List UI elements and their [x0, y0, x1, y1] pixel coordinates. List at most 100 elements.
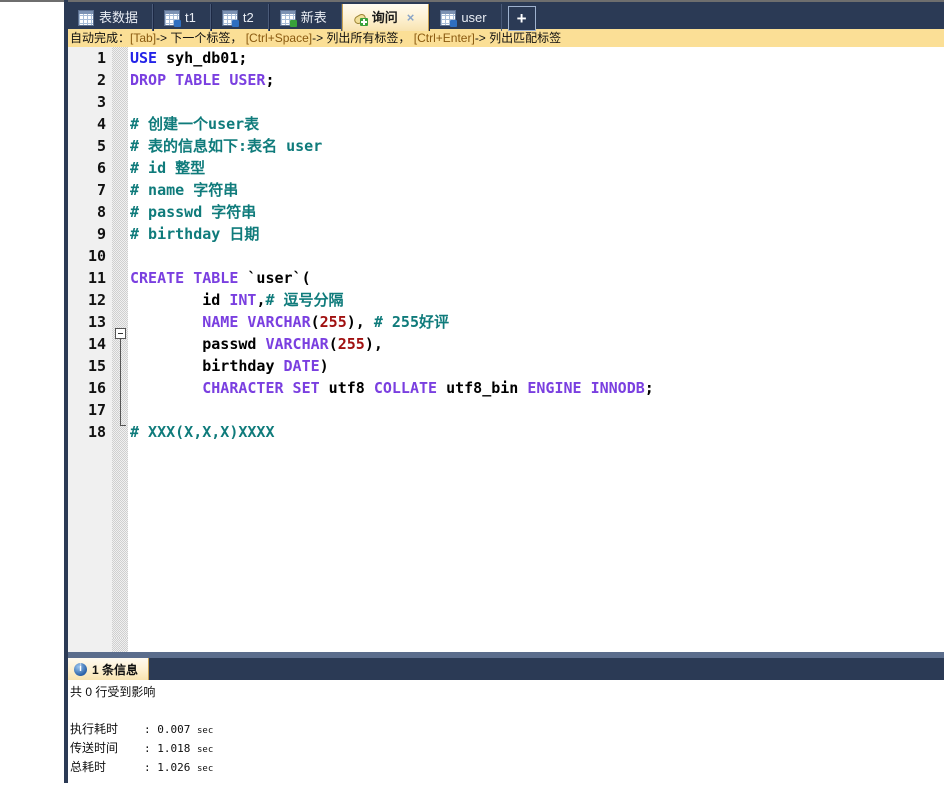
info-icon: i	[74, 662, 87, 676]
timing-value: : 1.026	[144, 761, 197, 774]
fold-collapse-icon[interactable]	[115, 328, 126, 339]
code-line[interactable]: # 创建一个user表	[130, 113, 654, 135]
code-line[interactable]: # XXX(X,X,X)XXXX	[130, 421, 654, 443]
code-content[interactable]: USE syh_db01; DROP TABLE USER; # 创建一个user…	[130, 47, 654, 443]
line-number: 18	[87, 423, 106, 441]
code-line[interactable]: id INT,# 逗号分隔	[130, 289, 654, 311]
code-line[interactable]	[130, 91, 654, 113]
code-token: utf8_bin	[437, 379, 528, 397]
line-number: 10	[87, 247, 106, 265]
code-token: birthday	[130, 357, 284, 375]
code-token: 255	[319, 313, 347, 331]
code-token: CHARACTER SET	[202, 379, 320, 397]
results-tab-label: 1 条信息	[92, 662, 139, 677]
code-token: # id 整型	[130, 159, 206, 177]
results-tab-info[interactable]: i 1 条信息	[68, 658, 150, 680]
timing-label: 总耗时	[70, 760, 107, 774]
tab-label: user	[461, 10, 487, 25]
results-summary: 共 0 行受到影响	[70, 685, 156, 699]
line-number: 13	[87, 313, 106, 331]
line-number-column: 1 2 3 4 5 6 7 8 9 10 11 12 13 14 15 16 17 18	[68, 47, 106, 443]
hint-desc-ctrl-enter: -> 列出匹配标签	[474, 31, 562, 45]
hint-prefix: 自动完成：	[70, 31, 131, 45]
tab-t2[interactable]: t2	[210, 4, 269, 31]
timing-label: 执行耗时	[70, 722, 119, 736]
line-number: 2	[96, 71, 106, 89]
tab-表数据[interactable]: 表数据	[68, 4, 154, 31]
code-token: # passwd 字符串	[130, 203, 257, 221]
timing-row: 执行耗时 : 0.007 sec	[70, 720, 213, 739]
code-token: NAME VARCHAR	[202, 313, 311, 331]
code-line[interactable]: # passwd 字符串	[130, 201, 654, 223]
line-number: 9	[96, 225, 106, 243]
editor-bottom-filler	[128, 638, 944, 652]
application-window: 表数据 t1 t2 新表 询问 × user + 自动完成：[Tab]-> 下一个标签， [C…	[0, 0, 944, 785]
add-tab-button[interactable]: +	[507, 6, 536, 31]
line-number: 1	[96, 49, 106, 67]
code-line[interactable]: # birthday 日期	[130, 223, 654, 245]
line-number: 14	[87, 335, 106, 353]
line-number: 15	[87, 357, 106, 375]
code-token: ),	[364, 335, 383, 353]
left-panel-top-divider	[0, 0, 64, 2]
code-token: USE	[130, 49, 158, 67]
code-line[interactable]: birthday DATE)	[130, 355, 654, 377]
tab-label: 表数据	[99, 10, 139, 25]
sql-editor[interactable]: 1 2 3 4 5 6 7 8 9 10 11 12 13 14 15 16 17 18 USE syh_db01…	[68, 47, 944, 652]
code-line[interactable]	[130, 245, 654, 267]
tab-t1[interactable]: t1	[153, 4, 211, 31]
code-token: # 创建一个user表	[130, 115, 260, 133]
code-token: # name 字符串	[130, 181, 239, 199]
code-token: )	[319, 357, 329, 375]
timing-label: 传送时间	[70, 741, 119, 755]
table-new-icon	[279, 9, 297, 27]
timing-unit: sec	[196, 726, 214, 736]
tab-询问[interactable]: 询问 ×	[341, 4, 430, 31]
code-line[interactable]: # 表的信息如下:表名 user	[130, 135, 654, 157]
code-token: (	[328, 335, 338, 353]
code-line[interactable]: NAME VARCHAR(255), # 255好评	[130, 311, 654, 333]
code-token: VARCHAR	[265, 335, 329, 353]
results-panel: 共 0 行受到影响 执行耗时: 0.007 sec 传送时间: 1.018 sec…	[68, 680, 944, 785]
hint-key-ctrl-space: [Ctrl+Space]	[245, 31, 313, 45]
editor-bottom-strip	[68, 638, 944, 652]
code-token: COLLATE	[373, 379, 438, 397]
code-token: ;	[644, 379, 654, 397]
code-line[interactable]: passwd VARCHAR(255),	[130, 333, 654, 355]
fold-range-line	[120, 339, 121, 426]
code-token: DROP TABLE USER	[130, 71, 266, 89]
close-icon[interactable]: ×	[407, 10, 415, 25]
query-icon	[352, 11, 368, 26]
timing-row: 总耗时: 1.026 sec	[70, 758, 213, 777]
autocomplete-hint-bar: 自动完成：[Tab]-> 下一个标签， [Ctrl+Space]-> 列出所有标…	[68, 29, 944, 47]
code-token: # XXX(X,X,X)XXXX	[130, 423, 275, 441]
code-line[interactable]: USE syh_db01;	[130, 47, 654, 69]
code-token: CREATE TABLE	[130, 269, 239, 287]
code-token: ),	[346, 313, 374, 331]
table-icon	[78, 9, 94, 26]
code-line[interactable]: CREATE TABLE `user`(	[130, 267, 654, 289]
results-timing-log: 执行耗时: 0.007 sec 传送时间: 1.018 sec 总耗时: 1.026…	[70, 720, 213, 777]
code-line[interactable]: DROP TABLE USER;	[130, 69, 654, 91]
table-plus-icon	[164, 9, 182, 27]
hint-key-tab: [Tab]	[130, 31, 157, 45]
hint-desc-tab: -> 下一个标签，	[156, 31, 243, 45]
timing-unit: sec	[196, 745, 214, 755]
code-token: utf8	[319, 379, 374, 397]
code-line[interactable]	[130, 399, 654, 421]
code-line[interactable]: CHARACTER SET utf8 COLLATE utf8_bin ENGI…	[130, 377, 654, 399]
tab-新表[interactable]: 新表	[268, 4, 342, 31]
tab-label: 询问	[371, 10, 398, 25]
line-number: 8	[96, 203, 106, 221]
code-token: ENGINE INNODB	[527, 379, 645, 397]
left-panel	[0, 0, 64, 783]
code-line[interactable]: # id 整型	[130, 157, 654, 179]
timing-value: : 0.007	[144, 723, 197, 736]
code-token: syh_db01;	[157, 49, 248, 67]
hint-key-ctrl-enter: [Ctrl+Enter]	[413, 31, 475, 45]
tab-user[interactable]: user	[429, 4, 502, 31]
tab-strip: 表数据 t1 t2 新表 询问 × user +	[68, 0, 944, 31]
code-token: # birthday 日期	[130, 225, 260, 243]
code-line[interactable]: # name 字符串	[130, 179, 654, 201]
